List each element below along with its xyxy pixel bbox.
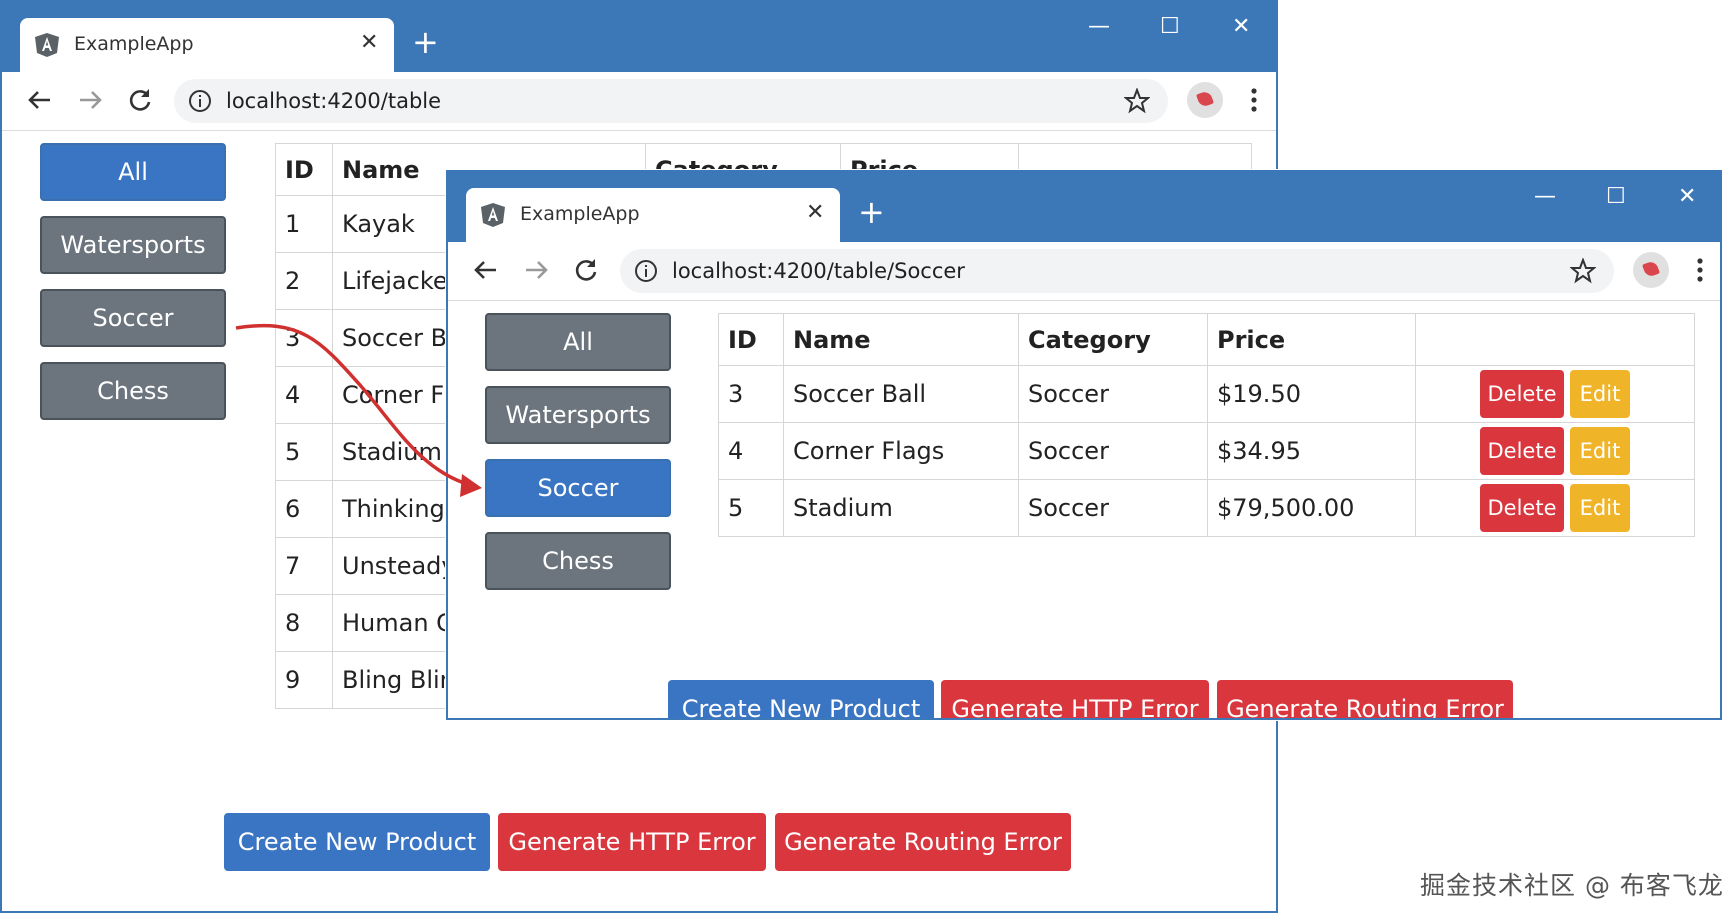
cell-id: 9 (275, 651, 333, 709)
table-row: 4 Corner Flags Soccer $34.95 Delete Edit (718, 422, 1695, 480)
category-button-watersports[interactable]: Watersports (40, 216, 226, 274)
maximize-icon[interactable]: ☐ (1606, 184, 1626, 210)
table-row: 5 Stadium Soccer $79,500.00 Delete Edit (718, 479, 1695, 537)
tab-title: ExampleApp (520, 203, 640, 225)
cell-actions: DeleteEdit (1415, 479, 1695, 537)
category-button-chess[interactable]: Chess (485, 532, 671, 590)
menu-dots-icon[interactable] (1696, 256, 1704, 284)
edit-button[interactable]: Edit (1570, 370, 1630, 418)
new-tab-icon[interactable]: + (858, 196, 885, 228)
menu-dots-icon[interactable] (1250, 86, 1258, 114)
title-bar: ExampleApp ✕ + — ☐ ✕ (2, 2, 1276, 72)
category-button-all[interactable]: All (485, 313, 671, 371)
bookmark-star-icon[interactable] (1124, 88, 1150, 114)
minimize-icon[interactable]: — (1088, 14, 1110, 40)
cell-id: 7 (275, 537, 333, 595)
table-row: 3 Soccer Ball Soccer $19.50 Delete Edit (718, 365, 1695, 423)
delete-button[interactable]: Delete (1480, 427, 1564, 475)
url-text: localhost:4200/table/Soccer (672, 259, 965, 283)
watermark: 掘金技术社区 @ 布客飞龙 (1420, 871, 1724, 900)
cell-actions: DeleteEdit (1415, 365, 1695, 423)
category-button-all[interactable]: All (40, 143, 226, 201)
info-icon[interactable] (634, 259, 658, 283)
forward-arrow-icon[interactable] (76, 86, 104, 114)
close-window-icon[interactable]: ✕ (1678, 184, 1696, 210)
back-arrow-icon[interactable] (26, 86, 54, 114)
column-header-actions (1415, 313, 1695, 366)
reload-icon[interactable] (126, 86, 154, 114)
bookmark-star-icon[interactable] (1570, 258, 1596, 284)
back-arrow-icon[interactable] (472, 256, 500, 284)
edit-button[interactable]: Edit (1570, 427, 1630, 475)
category-button-chess[interactable]: Chess (40, 362, 226, 420)
delete-button[interactable]: Delete (1480, 370, 1564, 418)
cell-id: 2 (275, 252, 333, 310)
generate-http-error-button[interactable]: Generate HTTP Error (941, 680, 1209, 718)
title-bar: ExampleApp ✕ + — ☐ ✕ (448, 172, 1720, 242)
profile-avatar[interactable] (1633, 252, 1669, 288)
category-button-watersports[interactable]: Watersports (485, 386, 671, 444)
column-header-category: Category (1018, 313, 1208, 366)
category-button-soccer[interactable]: Soccer (40, 289, 226, 347)
profile-avatar[interactable] (1187, 82, 1223, 118)
browser-window-soccer: ExampleApp ✕ + — ☐ ✕ localhost:4200/tabl… (446, 170, 1722, 720)
cell-name: Soccer Ball (783, 365, 1019, 423)
tab-title: ExampleApp (74, 33, 194, 55)
browser-toolbar: localhost:4200/table (2, 72, 1276, 131)
cell-price: $19.50 (1207, 365, 1416, 423)
forward-arrow-icon[interactable] (522, 256, 550, 284)
cell-actions: DeleteEdit (1415, 422, 1695, 480)
maximize-icon[interactable]: ☐ (1160, 14, 1180, 40)
cell-id: 6 (275, 480, 333, 538)
new-tab-icon[interactable]: + (412, 26, 439, 58)
cell-category: Soccer (1018, 422, 1208, 480)
page-content: All Watersports Soccer Chess ID Name Cat… (448, 301, 1720, 718)
browser-tab[interactable]: ExampleApp ✕ (466, 188, 840, 242)
generate-http-error-button[interactable]: Generate HTTP Error (498, 813, 766, 871)
reload-icon[interactable] (572, 256, 600, 284)
category-button-soccer[interactable]: Soccer (485, 459, 671, 517)
angular-logo-icon (35, 33, 59, 57)
address-bar[interactable]: localhost:4200/table/Soccer (620, 249, 1614, 293)
cell-category: Soccer (1018, 479, 1208, 537)
cell-price: $34.95 (1207, 422, 1416, 480)
generate-routing-error-button[interactable]: Generate Routing Error (1217, 680, 1513, 718)
browser-tab[interactable]: ExampleApp ✕ (20, 18, 394, 72)
cell-name: Corner Flags (783, 422, 1019, 480)
column-header-name: Name (783, 313, 1019, 366)
close-window-icon[interactable]: ✕ (1232, 14, 1250, 40)
cell-id: 5 (275, 423, 333, 481)
cell-id: 4 (718, 422, 784, 480)
column-header-id: ID (275, 143, 333, 196)
cell-price: $79,500.00 (1207, 479, 1416, 537)
column-header-price: Price (1207, 313, 1416, 366)
table-header-row: ID Name Category Price (718, 313, 1695, 366)
url-text: localhost:4200/table (226, 89, 442, 113)
generate-routing-error-button[interactable]: Generate Routing Error (775, 813, 1071, 871)
cell-id: 3 (275, 309, 333, 367)
minimize-icon[interactable]: — (1534, 184, 1556, 210)
cell-id: 8 (275, 594, 333, 652)
create-product-button[interactable]: Create New Product (224, 813, 490, 871)
tab-close-icon[interactable]: ✕ (806, 200, 824, 226)
info-icon[interactable] (188, 89, 212, 113)
tab-close-icon[interactable]: ✕ (360, 30, 378, 56)
address-bar[interactable]: localhost:4200/table (174, 79, 1168, 123)
create-product-button[interactable]: Create New Product (668, 680, 934, 718)
edit-button[interactable]: Edit (1570, 484, 1630, 532)
cell-name: Stadium (783, 479, 1019, 537)
cell-id: 5 (718, 479, 784, 537)
cell-id: 4 (275, 366, 333, 424)
cell-id: 1 (275, 195, 333, 253)
delete-button[interactable]: Delete (1480, 484, 1564, 532)
column-header-id: ID (718, 313, 784, 366)
cell-category: Soccer (1018, 365, 1208, 423)
angular-logo-icon (481, 203, 505, 227)
product-table: ID Name Category Price 3 Soccer Ball Socce… (718, 313, 1695, 537)
cell-id: 3 (718, 365, 784, 423)
browser-toolbar: localhost:4200/table/Soccer (448, 242, 1720, 301)
